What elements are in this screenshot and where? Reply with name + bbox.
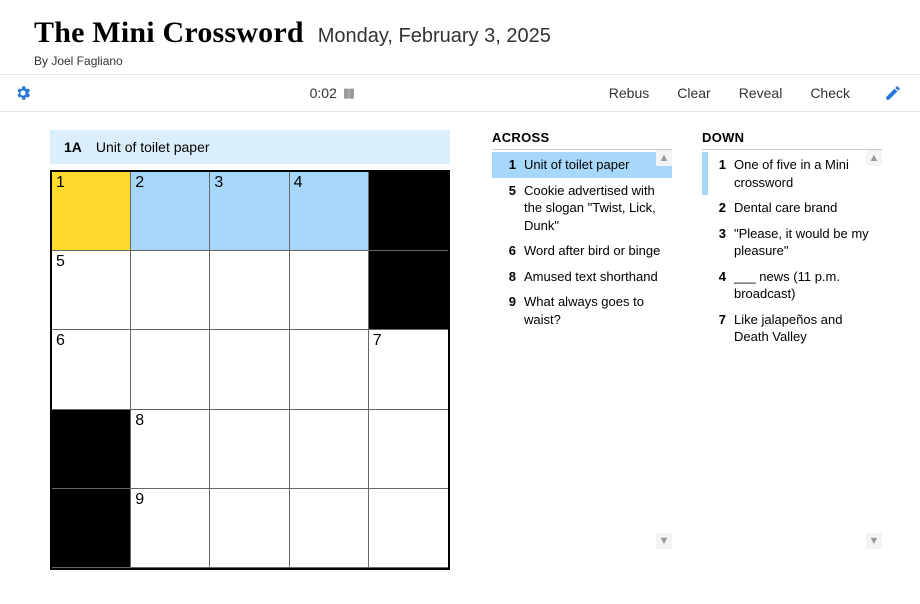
settings-icon[interactable] [14, 84, 32, 102]
grid-cell[interactable] [131, 251, 210, 330]
clue-text: Word after bird or binge [524, 242, 666, 260]
scroll-up-icon[interactable]: ▲ [866, 150, 882, 166]
clue-text: Cookie advertised with the slogan "Twist… [524, 182, 666, 235]
clue-item[interactable]: 1 Unit of toilet paper [492, 152, 672, 178]
clue-item[interactable]: 7Like jalapeños and Death Valley [702, 307, 882, 350]
header: The Mini Crossword Monday, February 3, 2… [0, 0, 920, 74]
grid-cell [369, 172, 448, 251]
grid-cell[interactable] [210, 330, 289, 409]
scroll-down-icon[interactable]: ▼ [656, 533, 672, 549]
grid-cell [369, 251, 448, 330]
puzzle-date: Monday, February 3, 2025 [318, 25, 551, 48]
scroll-down-icon[interactable]: ▼ [866, 533, 882, 549]
current-clue-label: 1A [64, 139, 82, 155]
grid-cell[interactable] [210, 410, 289, 489]
grid-cell [52, 489, 131, 568]
grid-cell[interactable]: 1 [52, 172, 131, 251]
clue-text: "Please, it would be my pleasure" [734, 225, 876, 260]
cell-number: 9 [135, 491, 144, 509]
clue-number: 5 [502, 182, 516, 235]
cell-number: 7 [373, 332, 382, 350]
clue-item[interactable]: 1One of five in a Mini crossword [702, 152, 882, 195]
grid-cell[interactable] [290, 489, 369, 568]
current-clue-text: Unit of toilet paper [96, 139, 210, 155]
clue-number: 3 [712, 225, 726, 260]
down-list: ▲ 1One of five in a Mini crossword 2 Denta… [702, 149, 882, 549]
clue-item[interactable]: 2 Dental care brand [702, 195, 882, 221]
cell-number: 6 [56, 332, 65, 350]
check-button[interactable]: Check [810, 85, 850, 101]
grid-cell[interactable] [210, 489, 289, 568]
cell-number: 2 [135, 174, 144, 192]
grid-cell[interactable] [131, 330, 210, 409]
grid-cell [52, 410, 131, 489]
timer: 0:02 [310, 85, 337, 101]
grid-cell[interactable]: 6 [52, 330, 131, 409]
clue-item[interactable]: 9What always goes to waist? [492, 289, 672, 332]
across-column: ACROSS ▲ 1 Unit of toilet paper 5Cookie ad… [492, 130, 672, 570]
clue-item[interactable]: 3"Please, it would be my pleasure" [702, 221, 882, 264]
clue-text: ___ news (11 p.m. broadcast) [734, 268, 876, 303]
grid-cell[interactable]: 5 [52, 251, 131, 330]
scroll-up-icon[interactable]: ▲ [656, 150, 672, 166]
clue-text: What always goes to waist? [524, 293, 666, 328]
grid-cell[interactable] [290, 330, 369, 409]
clue-number: 8 [502, 268, 516, 286]
grid-cell[interactable] [290, 251, 369, 330]
grid-cell[interactable]: 3 [210, 172, 289, 251]
reveal-button[interactable]: Reveal [739, 85, 783, 101]
clue-number: 6 [502, 242, 516, 260]
clue-text: Like jalapeños and Death Valley [734, 311, 876, 346]
clue-text: One of five in a Mini crossword [734, 156, 876, 191]
clue-number: 2 [712, 199, 726, 217]
grid-cell[interactable]: 2 [131, 172, 210, 251]
cell-number: 1 [56, 174, 65, 192]
grid-cell[interactable]: 9 [131, 489, 210, 568]
grid-cell[interactable] [369, 489, 448, 568]
clue-text: Unit of toilet paper [524, 156, 666, 174]
grid-cell[interactable]: 7 [369, 330, 448, 409]
grid-cell[interactable] [369, 410, 448, 489]
down-column: DOWN ▲ 1One of five in a Mini crossword2… [702, 130, 882, 570]
cell-number: 4 [294, 174, 303, 192]
grid-cell[interactable]: 4 [290, 172, 369, 251]
cell-number: 3 [214, 174, 223, 192]
crossword-grid[interactable]: 1 2 3 4 5 6 7 8 9 [50, 170, 450, 570]
clue-item[interactable]: 4___ news (11 p.m. broadcast) [702, 264, 882, 307]
grid-cell[interactable] [210, 251, 289, 330]
byline: By Joel Fagliano [34, 54, 886, 68]
clue-number: 9 [502, 293, 516, 328]
grid-cell[interactable] [290, 410, 369, 489]
down-heading: DOWN [702, 130, 882, 145]
clue-number: 4 [712, 268, 726, 303]
pencil-icon[interactable] [884, 84, 902, 102]
cell-number: 8 [135, 412, 144, 430]
pause-icon[interactable]: ▮▮ [343, 85, 353, 101]
current-clue-bar: 1A Unit of toilet paper [50, 130, 450, 164]
clue-text: Amused text shorthand [524, 268, 666, 286]
grid-cell[interactable]: 8 [131, 410, 210, 489]
rebus-button[interactable]: Rebus [609, 85, 649, 101]
clue-text: Dental care brand [734, 199, 876, 217]
clue-item[interactable]: 5Cookie advertised with the slogan "Twis… [492, 178, 672, 239]
clear-button[interactable]: Clear [677, 85, 710, 101]
cell-number: 5 [56, 253, 65, 271]
toolbar: 0:02 ▮▮ Rebus Clear Reveal Check [0, 74, 920, 112]
clue-number: 7 [712, 311, 726, 346]
clue-number: 1 [502, 156, 516, 174]
clue-item[interactable]: 8 Amused text shorthand [492, 264, 672, 290]
across-list: ▲ 1 Unit of toilet paper 5Cookie advertise… [492, 149, 672, 549]
across-heading: ACROSS [492, 130, 672, 145]
page-title: The Mini Crossword [34, 16, 304, 50]
clue-item[interactable]: 6 Word after bird or binge [492, 238, 672, 264]
clue-number: 1 [712, 156, 726, 191]
